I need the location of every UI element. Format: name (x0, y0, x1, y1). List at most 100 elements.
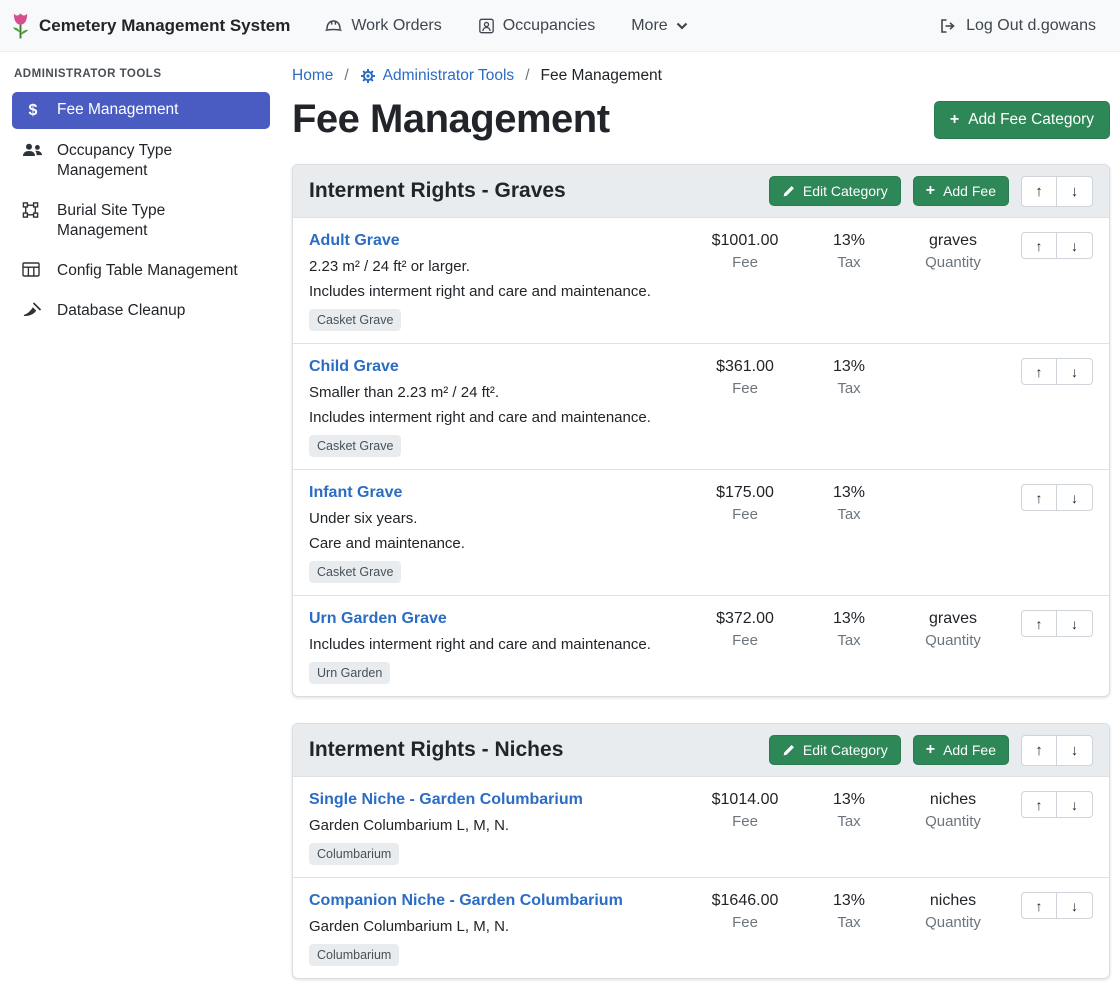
add-fee-category-button[interactable]: + Add Fee Category (934, 101, 1110, 139)
sidebar-item-fee-management[interactable]: $ Fee Management (12, 92, 270, 129)
nav-more-label: More (631, 17, 667, 35)
broom-icon (22, 302, 44, 318)
category-reorder-controls: ↑ ↓ (1021, 735, 1093, 766)
sidebar-item-database-cleanup[interactable]: Database Cleanup (12, 293, 270, 329)
fee-move-down-button[interactable]: ↓ (1057, 791, 1093, 818)
sidebar-item-config-table-management[interactable]: Config Table Management (12, 253, 270, 289)
category-move-up-button[interactable]: ↑ (1021, 735, 1057, 766)
fee-tax: 13% (797, 358, 901, 376)
up-arrow-icon: ↑ (1035, 183, 1043, 200)
up-arrow-icon: ↑ (1036, 490, 1043, 506)
fee-info: Urn Garden Grave Includes interment righ… (309, 610, 693, 684)
category-move-up-button[interactable]: ↑ (1021, 176, 1057, 207)
fee-name-link[interactable]: Child Grave (309, 358, 399, 376)
fee-info: Adult Grave 2.23 m² / 24 ft² or larger. … (309, 232, 693, 331)
category-card-graves: Interment Rights - Graves Edit Category … (292, 164, 1110, 697)
fee-quantity: niches (901, 892, 1005, 910)
fee-info: Companion Niche - Garden Columbarium Gar… (309, 892, 693, 966)
pencil-icon (782, 744, 795, 757)
up-arrow-icon: ↑ (1036, 364, 1043, 380)
fee-quantity-column: niches Quantity (901, 892, 1005, 931)
fee-reorder-controls: ↑ ↓ (1005, 358, 1093, 385)
fee-move-up-button[interactable]: ↑ (1021, 610, 1057, 637)
fee-quantity-column: graves Quantity (901, 232, 1005, 271)
sidebar-item-label: Config Table Management (57, 261, 238, 281)
fee-row: Single Niche - Garden Columbarium Garden… (293, 776, 1109, 877)
fee-move-up-button[interactable]: ↑ (1021, 232, 1057, 259)
fee-tag: Casket Grave (309, 561, 401, 583)
nav-work-orders[interactable]: Work Orders (324, 17, 441, 35)
users-icon (22, 142, 44, 158)
fee-move-up-button[interactable]: ↑ (1021, 484, 1057, 511)
add-fee-label: Add Fee (943, 183, 996, 199)
edit-category-button[interactable]: Edit Category (769, 176, 901, 206)
fee-name-link[interactable]: Adult Grave (309, 232, 400, 250)
category-title: Interment Rights - Niches (309, 738, 769, 762)
page-title: Fee Management (292, 97, 610, 142)
fee-move-up-button[interactable]: ↑ (1021, 892, 1057, 919)
category-move-down-button[interactable]: ↓ (1057, 176, 1093, 207)
sidebar: Administrator Tools $ Fee Management Occ… (0, 52, 280, 333)
category-move-down-button[interactable]: ↓ (1057, 735, 1093, 766)
fee-name-link[interactable]: Infant Grave (309, 484, 402, 502)
fee-move-down-button[interactable]: ↓ (1057, 358, 1093, 385)
category-header: Interment Rights - Graves Edit Category … (293, 165, 1109, 217)
sidebar-item-occupancy-type-management[interactable]: Occupancy Type Management (12, 133, 270, 189)
fee-tax-column: 13% Tax (797, 358, 901, 397)
down-arrow-icon: ↓ (1071, 490, 1078, 506)
app-brand[interactable]: Cemetery Management System (10, 11, 290, 41)
nav-occupancies[interactable]: Occupancies (478, 17, 596, 35)
fee-name-link[interactable]: Urn Garden Grave (309, 610, 447, 628)
fee-amount: $361.00 (693, 358, 797, 376)
pencil-icon (782, 185, 795, 198)
edit-category-label: Edit Category (803, 183, 888, 199)
fee-tax: 13% (797, 610, 901, 628)
edit-category-label: Edit Category (803, 742, 888, 758)
fee-amount-column: $1646.00 Fee (693, 892, 797, 931)
fee-tax-label: Tax (797, 506, 901, 523)
add-fee-button[interactable]: + Add Fee (913, 735, 1009, 765)
fee-quantity-label: Quantity (901, 254, 1005, 271)
fee-tax-label: Tax (797, 254, 901, 271)
fee-name-link[interactable]: Single Niche - Garden Columbarium (309, 791, 583, 809)
fee-description: 2.23 m² / 24 ft² or larger. (309, 258, 685, 275)
fee-tax: 13% (797, 791, 901, 809)
down-arrow-icon: ↓ (1071, 898, 1078, 914)
fee-move-down-button[interactable]: ↓ (1057, 892, 1093, 919)
fee-move-up-button[interactable]: ↑ (1021, 358, 1057, 385)
fee-move-up-button[interactable]: ↑ (1021, 791, 1057, 818)
fee-row: Companion Niche - Garden Columbarium Gar… (293, 877, 1109, 978)
fee-move-down-button[interactable]: ↓ (1057, 232, 1093, 259)
category-reorder-controls: ↑ ↓ (1021, 176, 1093, 207)
breadcrumb-separator: / (525, 67, 529, 85)
fee-move-down-button[interactable]: ↓ (1057, 610, 1093, 637)
plus-icon: + (950, 112, 959, 128)
add-fee-label: Add Fee (943, 742, 996, 758)
fee-move-down-button[interactable]: ↓ (1057, 484, 1093, 511)
down-arrow-icon: ↓ (1071, 742, 1079, 759)
app-title: Cemetery Management System (39, 16, 290, 36)
fee-row: Urn Garden Grave Includes interment righ… (293, 595, 1109, 696)
nav-more[interactable]: More (631, 17, 687, 35)
logout-button[interactable]: Log Out d.gowans (939, 17, 1096, 35)
fee-tax: 13% (797, 892, 901, 910)
edit-category-button[interactable]: Edit Category (769, 735, 901, 765)
fee-amount: $175.00 (693, 484, 797, 502)
breadcrumb-home-link[interactable]: Home (292, 67, 333, 85)
up-arrow-icon: ↑ (1036, 238, 1043, 254)
fee-name-link[interactable]: Companion Niche - Garden Columbarium (309, 892, 623, 910)
fee-amount-label: Fee (693, 506, 797, 523)
down-arrow-icon: ↓ (1071, 364, 1078, 380)
fee-amount: $1646.00 (693, 892, 797, 910)
breadcrumb-admin-tools-link[interactable]: Administrator Tools (360, 67, 515, 85)
breadcrumb-separator: / (344, 67, 348, 85)
down-arrow-icon: ↓ (1071, 183, 1079, 200)
add-fee-button[interactable]: + Add Fee (913, 176, 1009, 206)
fee-amount-label: Fee (693, 632, 797, 649)
fee-tag: Urn Garden (309, 662, 390, 684)
fee-tax: 13% (797, 232, 901, 250)
fee-info: Single Niche - Garden Columbarium Garden… (309, 791, 693, 865)
hard-hat-icon (324, 18, 343, 34)
sidebar-item-burial-site-type-management[interactable]: Burial Site Type Management (12, 193, 270, 249)
occupant-box-icon (478, 18, 495, 34)
